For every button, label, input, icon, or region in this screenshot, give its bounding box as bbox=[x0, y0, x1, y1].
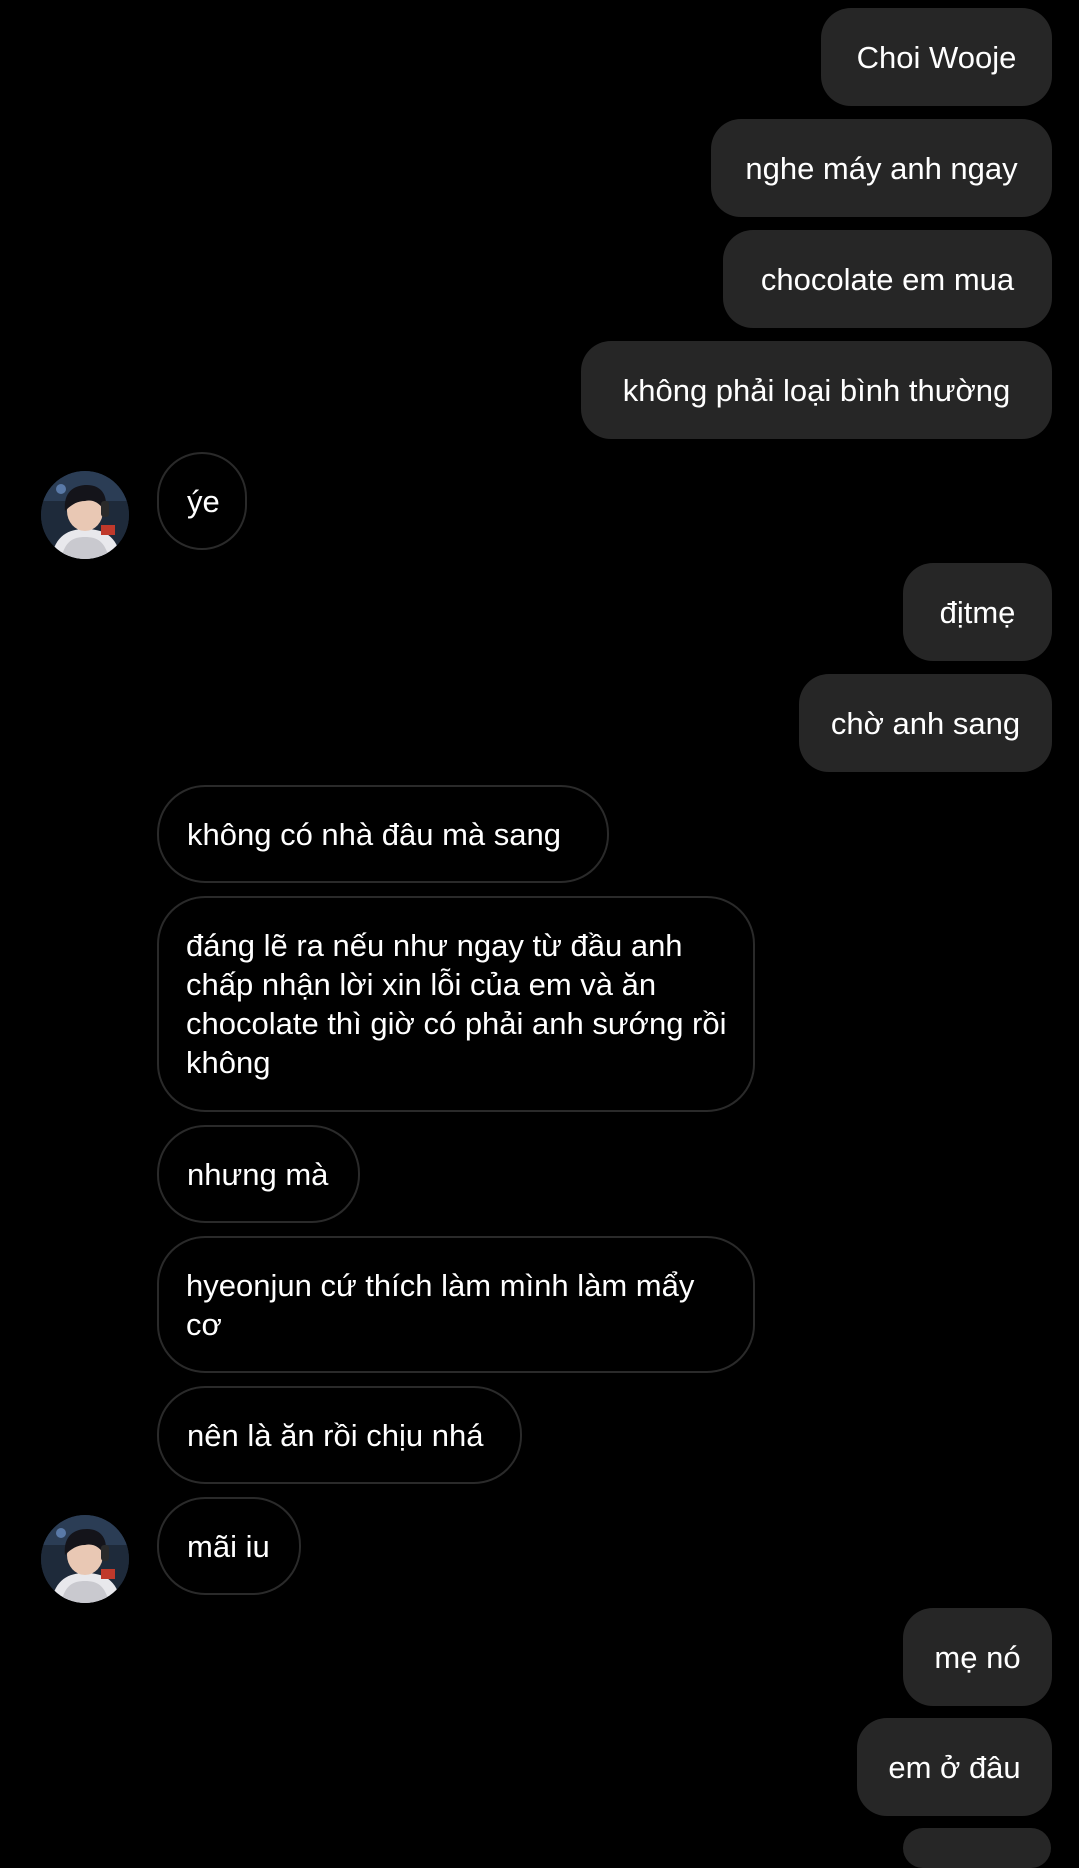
contact-avatar[interactable] bbox=[41, 471, 129, 559]
sent-message[interactable]: địtmẹ bbox=[903, 563, 1052, 661]
sent-message[interactable]: em ở đâu bbox=[857, 1718, 1052, 1816]
received-message[interactable]: hyeonjun cứ thích làm mình làm mẩy cơ bbox=[157, 1236, 755, 1373]
sent-message[interactable]: chocolate em mua bbox=[723, 230, 1052, 328]
sent-message[interactable]: mẹ nó bbox=[903, 1608, 1052, 1706]
sent-message[interactable]: không phải loại bình thường bbox=[581, 341, 1052, 439]
received-message[interactable]: nên là ăn rồi chịu nhá bbox=[157, 1386, 522, 1484]
profile-photo-avatar-icon bbox=[41, 471, 129, 559]
received-message[interactable]: ýe bbox=[157, 452, 247, 550]
sent-message[interactable]: chờ anh sang bbox=[799, 674, 1052, 772]
received-message[interactable]: đáng lẽ ra nếu như ngay từ đầu anh chấp … bbox=[157, 896, 755, 1112]
profile-photo-avatar-icon bbox=[41, 1515, 129, 1603]
contact-avatar[interactable] bbox=[41, 1515, 129, 1603]
sent-message[interactable]: Choi Wooje bbox=[821, 8, 1052, 106]
received-message[interactable]: mãi iu bbox=[157, 1497, 301, 1595]
chat-thread[interactable]: Choi Wooje nghe máy anh ngay chocolate e… bbox=[0, 0, 1079, 1868]
sent-message[interactable]: nghe máy anh ngay bbox=[711, 119, 1052, 217]
received-message[interactable]: nhưng mà bbox=[157, 1125, 360, 1223]
received-message[interactable]: không có nhà đâu mà sang bbox=[157, 785, 609, 883]
sent-message-partial[interactable] bbox=[903, 1828, 1051, 1868]
